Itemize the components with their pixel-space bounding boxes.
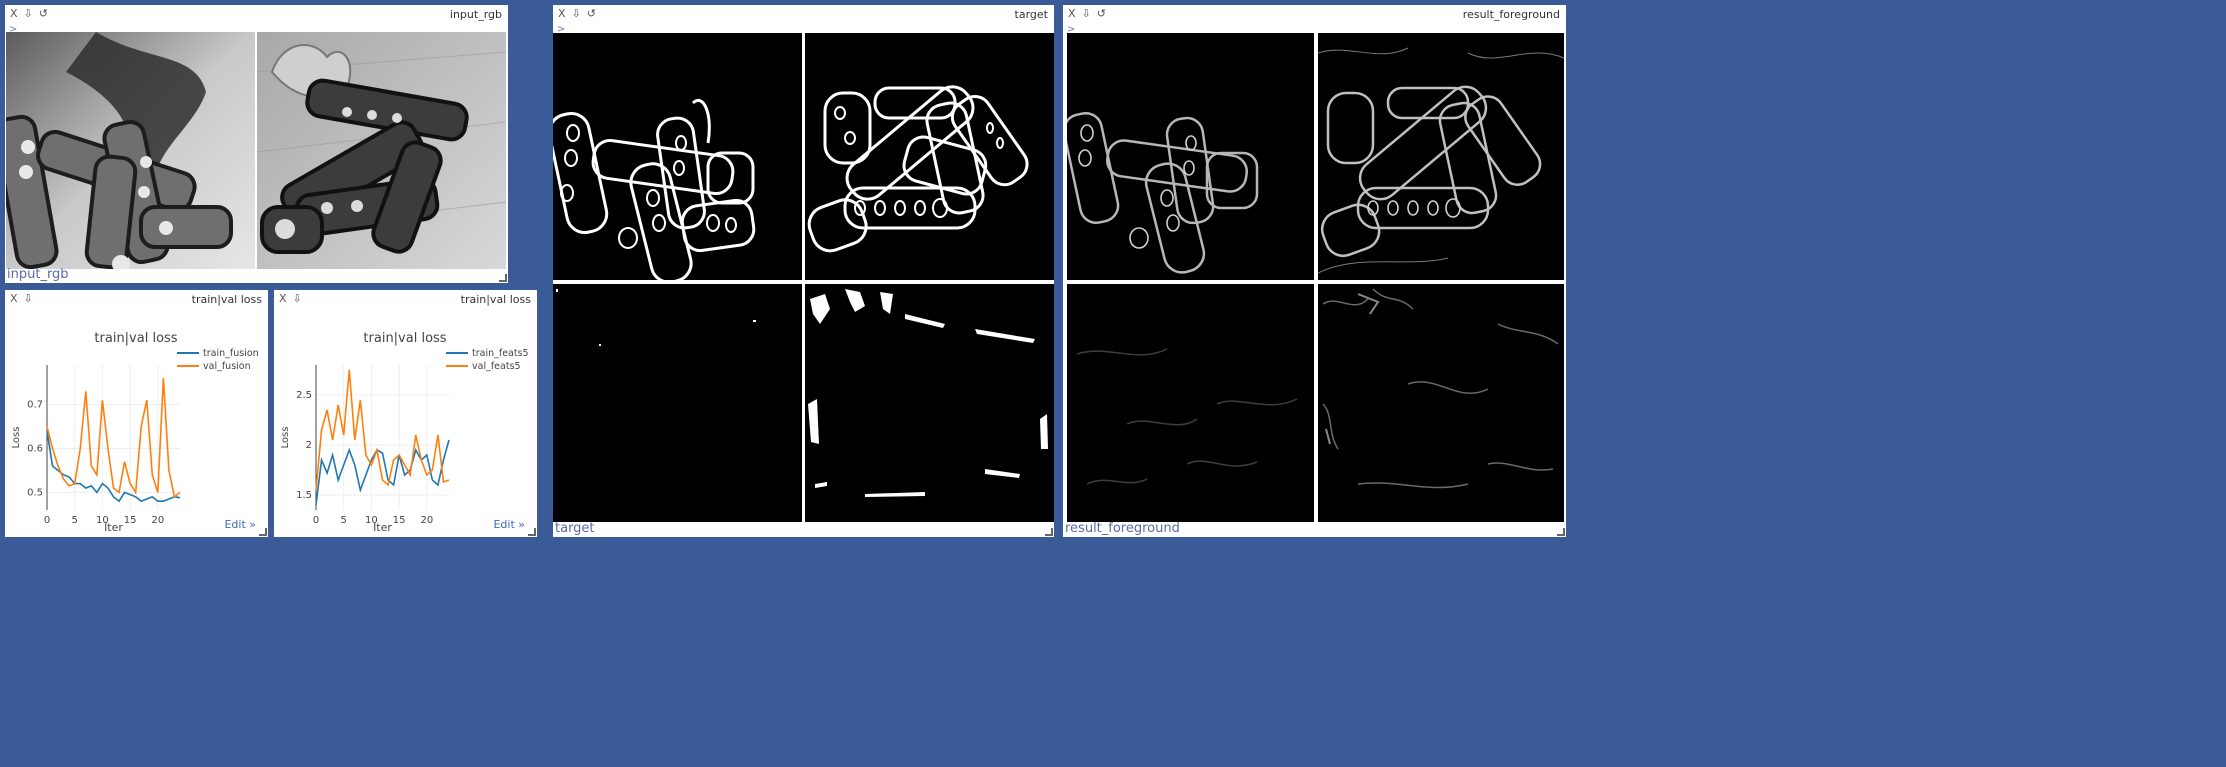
pane-toolbar: X ⇩ ↺ input_rgb — [5, 5, 508, 25]
download-icon[interactable]: ⇩ — [24, 293, 33, 305]
x-axis-label: Iter — [104, 521, 123, 534]
pane-title: train|val loss — [460, 293, 531, 306]
x-tick-label: 20 — [420, 515, 433, 526]
y-tick-label: 2 — [306, 440, 312, 451]
pane-toolbar: X ⇩ ↺ target — [553, 5, 1054, 25]
y-tick-label: 1.5 — [296, 490, 312, 501]
download-icon[interactable]: ⇩ — [24, 8, 33, 20]
x-tick-label: 5 — [72, 515, 78, 526]
pane-controls: X ⇩ ↺ — [558, 8, 596, 20]
download-icon[interactable]: ⇩ — [1082, 8, 1091, 20]
target-edge-image-1 — [553, 33, 802, 280]
target-edge-image-2 — [805, 33, 1054, 280]
close-icon[interactable]: X — [10, 8, 18, 20]
pane-controls: X ⇩ — [10, 293, 33, 305]
target-mask-image-1 — [553, 284, 802, 522]
x-tick-label: 20 — [151, 515, 164, 526]
x-tick-label: 15 — [393, 515, 406, 526]
result-mask-image-1 — [1067, 284, 1314, 522]
x-tick-label: 5 — [341, 515, 347, 526]
loss-feats5-pane: X ⇩ train|val loss train|val loss 0 5 10 15 2… — [274, 290, 537, 537]
input-image-1 — [6, 32, 255, 269]
target-pane: X ⇩ ↺ target > target — [553, 5, 1054, 537]
x-tick-label: 15 — [124, 515, 137, 526]
y-tick-label: 0.7 — [27, 400, 43, 411]
resize-handle[interactable] — [1045, 528, 1053, 536]
legend-label: val_feats5 — [472, 361, 521, 372]
pane-title: target — [1014, 8, 1048, 21]
resize-handle[interactable] — [499, 274, 507, 282]
y-tick-label: 2.5 — [296, 390, 312, 401]
legend-label: val_fusion — [203, 361, 251, 372]
reset-icon[interactable]: ↺ — [39, 8, 48, 20]
resize-handle[interactable] — [528, 528, 536, 536]
edit-chart-link[interactable]: Edit » — [493, 518, 525, 531]
loss-chart-fusion[interactable]: train|val loss0 5 10 15 200.50.60.7IterLosst… — [5, 310, 268, 537]
edit-chart-link[interactable]: Edit » — [224, 518, 256, 531]
pane-toolbar: X ⇩ ↺ result_foreground — [1063, 5, 1566, 25]
pane-controls: X ⇩ ↺ — [1068, 8, 1106, 20]
pane-title: input_rgb — [449, 8, 502, 21]
y-tick-label: 0.6 — [27, 443, 43, 454]
pane-caption: input_rgb — [7, 267, 69, 282]
legend-label: train_feats5 — [472, 348, 529, 359]
x-tick-label: 0 — [44, 515, 50, 526]
input-rgb-pane: X ⇩ ↺ input_rgb > input_rgb — [5, 5, 508, 283]
result-edge-image-1 — [1067, 33, 1314, 280]
resize-handle[interactable] — [1557, 528, 1565, 536]
loss-chart-feats5[interactable]: train|val loss0 5 10 15 201.522.5IterLosstra… — [274, 310, 537, 537]
result-edge-image-2 — [1318, 33, 1564, 280]
result-mask-image-2 — [1318, 284, 1564, 522]
y-axis-label: Loss — [280, 427, 291, 449]
x-tick-label: 0 — [313, 515, 319, 526]
pane-controls: X ⇩ ↺ — [10, 8, 48, 20]
chart-title: train|val loss — [94, 331, 177, 346]
resize-handle[interactable] — [259, 528, 267, 536]
y-tick-label: 0.5 — [27, 487, 43, 498]
close-icon[interactable]: X — [10, 293, 18, 305]
close-icon[interactable]: X — [558, 8, 566, 20]
pane-title: train|val loss — [191, 293, 262, 306]
pane-caption: result_foreground — [1065, 521, 1180, 536]
legend-label: train_fusion — [203, 348, 259, 359]
result-foreground-pane: X ⇩ ↺ result_foreground > result_foregro… — [1063, 5, 1566, 537]
download-icon[interactable]: ⇩ — [293, 293, 302, 305]
pane-toolbar: X ⇩ train|val loss — [274, 290, 537, 310]
y-axis-label: Loss — [11, 427, 22, 449]
series-line — [46, 378, 181, 499]
close-icon[interactable]: X — [1068, 8, 1076, 20]
input-image-2 — [257, 32, 506, 269]
reset-icon[interactable]: ↺ — [1097, 8, 1106, 20]
target-mask-image-2 — [805, 284, 1054, 522]
pane-controls: X ⇩ — [279, 293, 302, 305]
close-icon[interactable]: X — [279, 293, 287, 305]
x-axis-label: Iter — [373, 521, 392, 534]
pane-title: result_foreground — [1462, 8, 1560, 21]
chart-title: train|val loss — [363, 331, 446, 346]
loss-fusion-pane: X ⇩ train|val loss train|val loss 0 5 10 15 2… — [5, 290, 268, 537]
download-icon[interactable]: ⇩ — [572, 8, 581, 20]
pane-toolbar: X ⇩ train|val loss — [5, 290, 268, 310]
pane-caption: target — [555, 521, 595, 536]
reset-icon[interactable]: ↺ — [587, 8, 596, 20]
